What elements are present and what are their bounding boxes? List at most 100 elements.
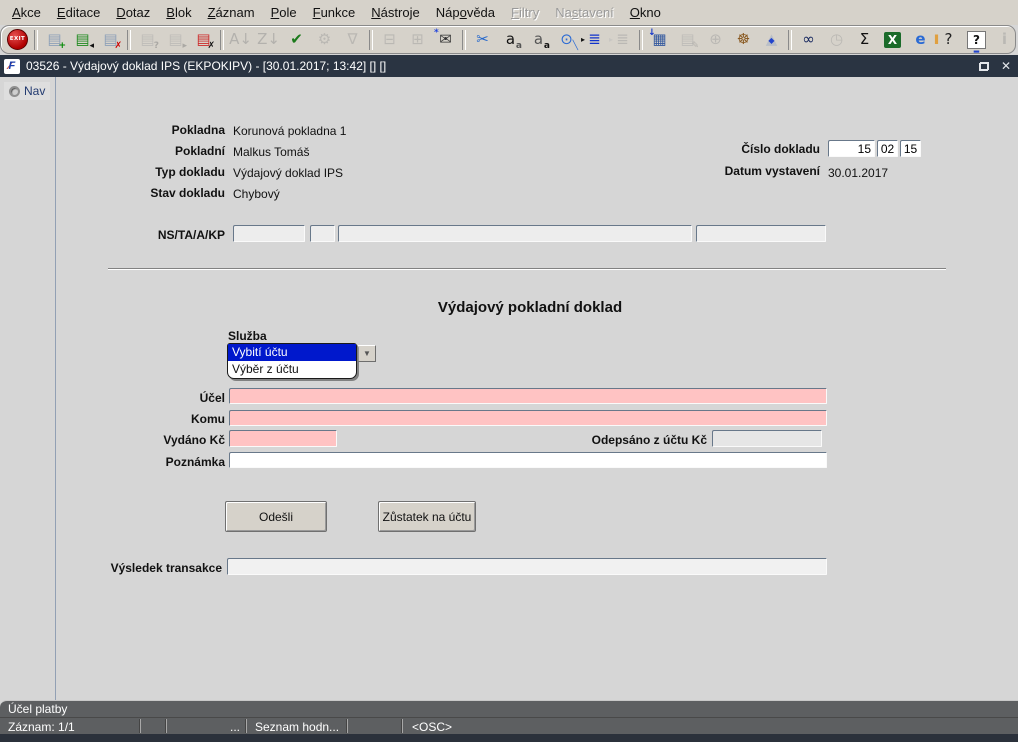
a-field-input[interactable] [338, 225, 692, 242]
sluzba-option-selected[interactable]: Vybití účtu [228, 344, 356, 361]
clipboard-calendar-icon[interactable]: ▦ ↓ [648, 28, 671, 51]
wrench-icon[interactable]: ⚙ [313, 29, 336, 51]
toolbar-separator [34, 29, 38, 50]
restore-window-button[interactable] [976, 59, 992, 74]
ucel-input[interactable] [229, 388, 827, 404]
text-convert-back-icon[interactable]: aa [527, 29, 550, 51]
cancel-query-icon[interactable]: ▤ ✗ [192, 29, 215, 51]
doc-number-part1-input[interactable] [828, 140, 875, 157]
cut-scissors-icon[interactable]: ✂ [471, 29, 494, 51]
status-separator [166, 719, 167, 733]
pokladna-label: Pokladna [171, 123, 225, 137]
zustatek-na-uctu-button[interactable]: Zůstatek na účtu [378, 501, 476, 532]
menu-zaznam[interactable]: Záznam [200, 2, 263, 23]
status-separator [402, 719, 403, 733]
restore-icon [979, 61, 989, 71]
odesli-button[interactable]: Odešli [225, 501, 327, 532]
menu-nastroje[interactable]: Nástroje [363, 2, 427, 23]
text-convert-icon[interactable]: aa [499, 29, 522, 51]
vysledek-transakce-label: Výsledek transakce [110, 561, 222, 575]
clock-icon[interactable]: ◷ [825, 29, 848, 51]
osc-indicator: <OSC> [412, 720, 453, 734]
helm-wheel-icon[interactable]: ☸ [732, 29, 755, 51]
kp-field-input[interactable] [696, 225, 826, 242]
menu-dotaz[interactable]: Dotaz [108, 2, 158, 23]
menu-funkce[interactable]: Funkce [305, 2, 364, 23]
datum-vystaveni-value: 30.01.2017 [828, 166, 889, 180]
ns-field-input[interactable] [233, 225, 305, 242]
cislo-dokladu-label: Číslo dokladu [741, 142, 820, 156]
info-icon[interactable]: i [993, 29, 1016, 51]
poznamka-label: Poznámka [165, 455, 225, 469]
sort-ascending-icon[interactable]: A↓ [229, 29, 252, 51]
menu-editace[interactable]: Editace [49, 2, 108, 23]
menu-napoveda[interactable]: Nápověda [428, 2, 503, 23]
excel-export-icon[interactable]: X [881, 29, 904, 51]
help-boxed-icon[interactable]: ? ▂ [965, 29, 988, 52]
list-of-values-indicator: Seznam hodn... [255, 720, 340, 734]
status-record-bar: Záznam: 1/1 ... Seznam hodn... <OSC> [0, 717, 1018, 734]
accept-check-icon[interactable]: ✔ [285, 29, 308, 51]
vysledek-transakce-input[interactable] [227, 558, 827, 575]
vydano-kc-input[interactable] [229, 430, 337, 447]
zoom-magnifier-icon[interactable]: ⊙ ╲ [555, 29, 578, 51]
datum-vystaveni-label: Datum vystavení [724, 164, 820, 178]
stav-dokladu-label: Stav dokladu [150, 186, 225, 200]
globe-icon[interactable]: ⊕ [704, 29, 727, 51]
menu-blok[interactable]: Blok [158, 2, 199, 23]
browser-icon[interactable]: e [909, 29, 932, 51]
ta-field-input[interactable] [310, 225, 335, 242]
typ-dokladu-value: Výdajový doklad IPS [233, 166, 344, 180]
komu-input[interactable] [229, 410, 827, 426]
status-separator [140, 719, 141, 733]
navigator-tab[interactable]: Nav [4, 82, 51, 100]
delete-record-icon[interactable]: ▤ ✗ [99, 29, 122, 51]
sort-descending-icon[interactable]: Z↓ [257, 29, 280, 51]
save-record-icon[interactable]: ▤ ◂ [71, 29, 94, 51]
menu-nastaveni[interactable]: Nastavení [547, 2, 622, 23]
poznamka-input[interactable] [229, 452, 827, 468]
toolbar-separator [220, 29, 224, 50]
edit-document-icon[interactable]: ▤ ✎ [676, 29, 699, 51]
bottom-edge-strip [0, 734, 1018, 742]
insert-record-icon[interactable]: ▤ + [43, 29, 66, 51]
stav-dokladu-value: Chybový [233, 187, 280, 201]
doc-number-part2-input[interactable] [877, 140, 898, 157]
pokladni-label: Pokladní [174, 144, 225, 158]
menu-bar: Akce Editace Dotaz Blok Záznam Pole Funkce Nást… [0, 0, 1018, 25]
exit-button[interactable]: EXIT [6, 29, 29, 51]
filter-funnel-icon[interactable]: ∇ [341, 29, 364, 51]
ucel-label: Účel [199, 391, 225, 405]
status-separator [246, 719, 247, 733]
help-values-icon[interactable]: ? ▌ [935, 29, 960, 51]
print-icon[interactable]: ⊟ [378, 29, 401, 51]
toolbar-separator [369, 29, 373, 50]
odepsano-input[interactable] [712, 430, 822, 447]
mail-icon[interactable]: ✉ * [434, 28, 457, 51]
alert-triangle-icon[interactable]: ▲ ◆ [760, 29, 783, 51]
menu-pole[interactable]: Pole [263, 2, 305, 23]
record-count: Záznam: 1/1 [8, 720, 75, 734]
horizontal-separator [108, 268, 946, 270]
vydano-kc-label: Vydáno Kč [163, 433, 225, 447]
window-titlebar: ⁄ F 03526 - Výdajový doklad IPS (EKPOKIPV… [0, 55, 1018, 77]
doc-number-part3-input[interactable] [900, 140, 921, 157]
sluzba-option-2[interactable]: Výběr z účtu [228, 361, 356, 378]
status-ellipsis: ... [229, 720, 240, 734]
sluzba-dropdown-button[interactable]: ▼ [358, 345, 376, 362]
typ-dokladu-label: Typ dokladu [155, 165, 225, 179]
enter-query-icon[interactable]: ▤? [136, 29, 159, 51]
menu-okno[interactable]: Okno [622, 2, 669, 23]
menu-filtry[interactable]: Filtry [503, 2, 547, 23]
list-of-values-icon[interactable]: ≣ ▸ [581, 29, 606, 51]
pokladna-value: Korunová pokladna 1 [233, 124, 347, 138]
execute-query-icon[interactable]: ▤ ▸ [164, 29, 187, 51]
tree-list-icon[interactable]: ≣ ▸ [609, 29, 634, 51]
toolbar-separator [639, 29, 643, 50]
sum-sigma-icon[interactable]: Σ [853, 29, 876, 51]
print-pages-icon[interactable]: ⊞ [406, 29, 429, 51]
menu-akce[interactable]: Akce [4, 2, 49, 23]
binoculars-report-icon[interactable]: ∞ [797, 29, 820, 51]
window-title: 03526 - Výdajový doklad IPS (EKPOKIPV) -… [26, 59, 387, 73]
close-window-button[interactable]: ✕ [998, 59, 1014, 74]
